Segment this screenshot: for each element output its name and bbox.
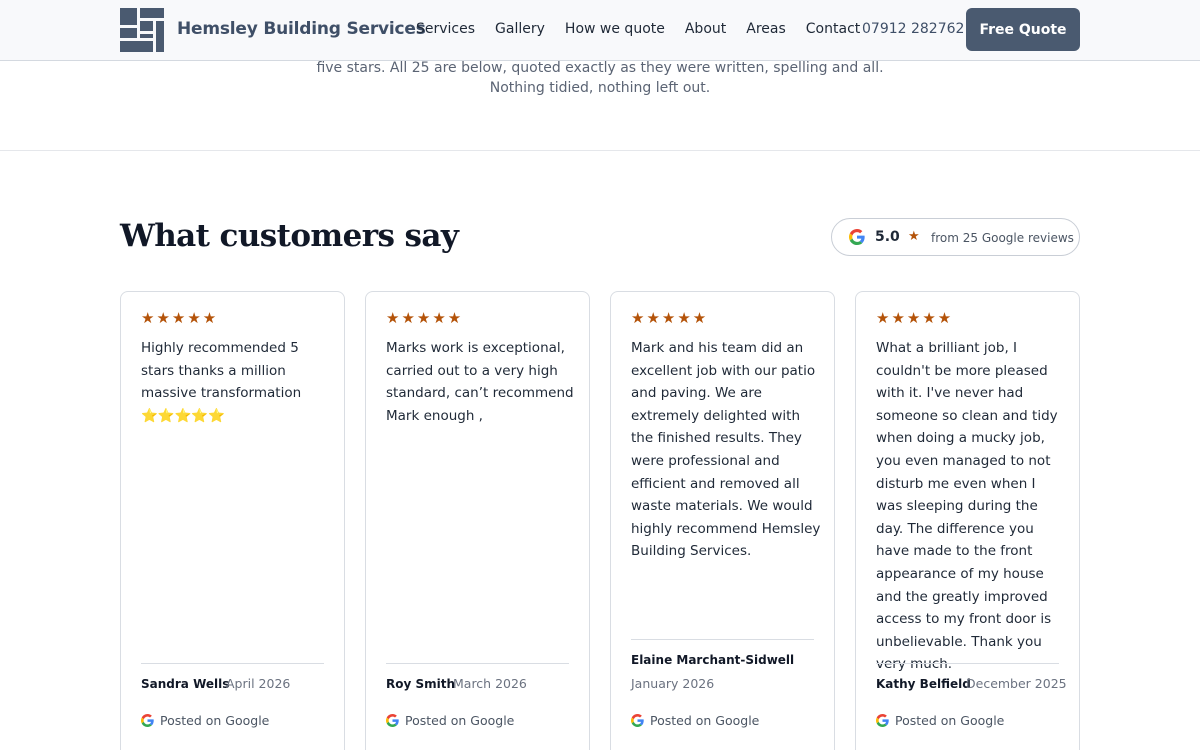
review-card: ★★★★★ What a brilliant job, I couldn't b… bbox=[855, 291, 1080, 750]
rating-count: from 25 Google reviews bbox=[931, 231, 1074, 245]
star-rating: ★★★★★ bbox=[141, 309, 219, 327]
free-quote-button[interactable]: Free Quote bbox=[966, 8, 1080, 51]
review-date: December 2025 bbox=[966, 676, 1067, 691]
review-author: Elaine Marchant-Sidwell bbox=[631, 653, 795, 667]
brand-logo-icon[interactable] bbox=[120, 8, 164, 52]
intro-text: five stars. All 25 are below, quoted exa… bbox=[0, 58, 1200, 98]
star-rating: ★★★★★ bbox=[386, 309, 464, 327]
brand-name[interactable]: Hemsley Building Services bbox=[177, 19, 426, 39]
google-icon bbox=[141, 714, 154, 727]
review-date: January 2026 bbox=[631, 676, 715, 691]
posted-label: Posted on Google bbox=[895, 713, 1005, 728]
review-text: What a brilliant job, I couldn't be more… bbox=[876, 340, 1058, 673]
section-divider bbox=[0, 150, 1200, 151]
review-card: ★★★★★ Marks work is exceptional, carried… bbox=[365, 291, 590, 750]
nav-about[interactable]: About bbox=[685, 21, 726, 37]
posted-label: Posted on Google bbox=[650, 713, 760, 728]
rating-value: 5.0 bbox=[875, 229, 900, 245]
review-author: Roy Smith bbox=[386, 677, 456, 691]
card-divider bbox=[631, 639, 814, 640]
google-icon bbox=[386, 714, 399, 727]
card-divider bbox=[876, 663, 1059, 664]
review-date: March 2026 bbox=[453, 676, 527, 691]
review-date: April 2026 bbox=[226, 676, 291, 691]
intro-line-2: Nothing tidied, nothing left out. bbox=[489, 80, 711, 96]
google-icon bbox=[631, 714, 644, 727]
card-divider bbox=[386, 663, 569, 664]
google-icon bbox=[849, 229, 865, 245]
google-rating-badge[interactable]: 5.0 ★ from 25 Google reviews bbox=[831, 218, 1080, 256]
card-divider bbox=[141, 663, 324, 664]
posted-label: Posted on Google bbox=[405, 713, 515, 728]
review-card: ★★★★★ Mark and his team did an excellent… bbox=[610, 291, 835, 750]
site-header: Hemsley Building Services Services Galle… bbox=[0, 0, 1200, 61]
review-author: Sandra Wells bbox=[141, 677, 230, 691]
review-author: Kathy Belfield bbox=[876, 677, 971, 691]
nav-services[interactable]: Services bbox=[416, 21, 475, 37]
google-icon bbox=[876, 714, 889, 727]
nav-how-we-quote[interactable]: How we quote bbox=[565, 21, 665, 37]
star-rating: ★★★★★ bbox=[631, 309, 709, 327]
star-rating: ★★★★★ bbox=[876, 309, 954, 327]
review-card: ★★★★★ Highly recommended 5 stars thanks … bbox=[120, 291, 345, 750]
section-title: What customers say bbox=[120, 218, 459, 254]
nav-areas[interactable]: Areas bbox=[746, 21, 786, 37]
star-icon: ★ bbox=[908, 229, 920, 244]
nav-contact[interactable]: Contact bbox=[806, 21, 860, 37]
nav-gallery[interactable]: Gallery bbox=[495, 21, 545, 37]
review-text: Marks work is exceptional, carried out t… bbox=[386, 340, 574, 424]
posted-label: Posted on Google bbox=[160, 713, 270, 728]
review-text: Highly recommended 5 stars thanks a mill… bbox=[141, 340, 302, 424]
phone-link[interactable]: 07912 282762 bbox=[862, 21, 964, 37]
intro-line-1: five stars. All 25 are below, quoted exa… bbox=[316, 60, 884, 76]
main-nav: Services Gallery How we quote About Area… bbox=[416, 21, 880, 37]
review-text: Mark and his team did an excellent job w… bbox=[631, 340, 821, 560]
